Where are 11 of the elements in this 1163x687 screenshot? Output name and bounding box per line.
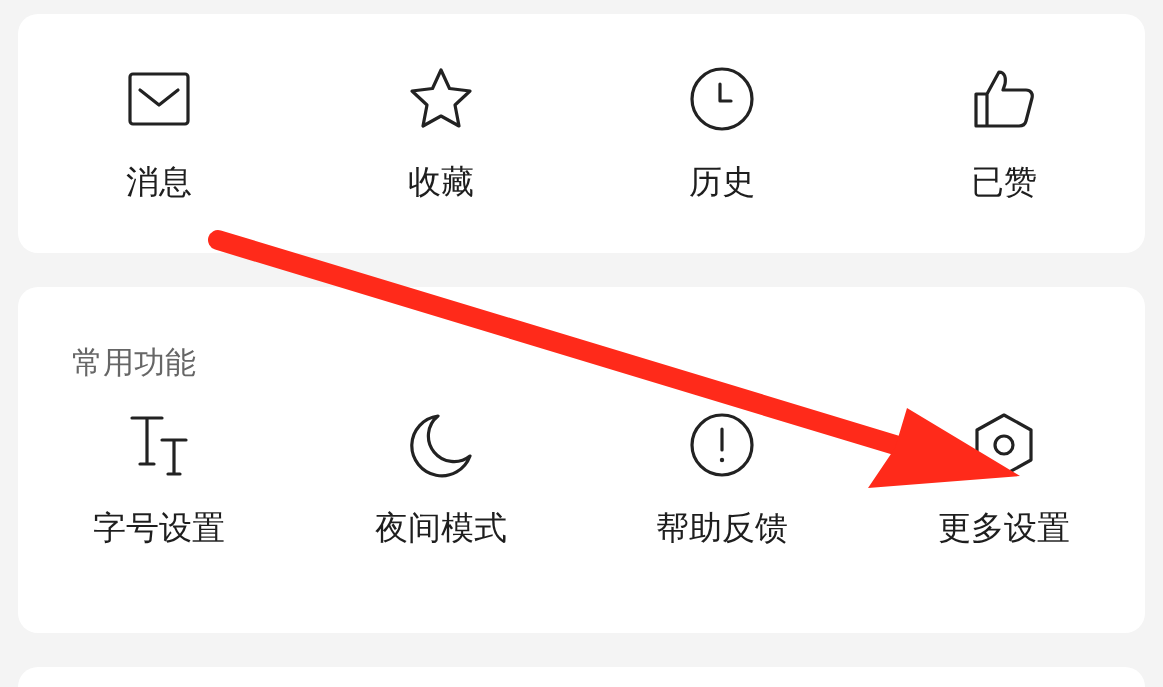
function-item[interactable]: 帮助反馈 <box>581 412 864 548</box>
function-item[interactable]: 夜间模式 <box>299 412 582 548</box>
shortcut-item[interactable]: 历史 <box>581 66 864 202</box>
clock-icon <box>689 66 756 132</box>
shortcut-item[interactable]: 消息 <box>18 66 300 202</box>
moon-icon <box>407 412 474 478</box>
shortcut-item[interactable]: 收藏 <box>299 66 582 202</box>
shortcut-item[interactable]: 已赞 <box>863 66 1145 202</box>
alert-circle-icon <box>689 412 756 478</box>
section-title: 常用功能 <box>72 344 196 380</box>
function-item[interactable]: 字号设置 <box>18 412 300 548</box>
